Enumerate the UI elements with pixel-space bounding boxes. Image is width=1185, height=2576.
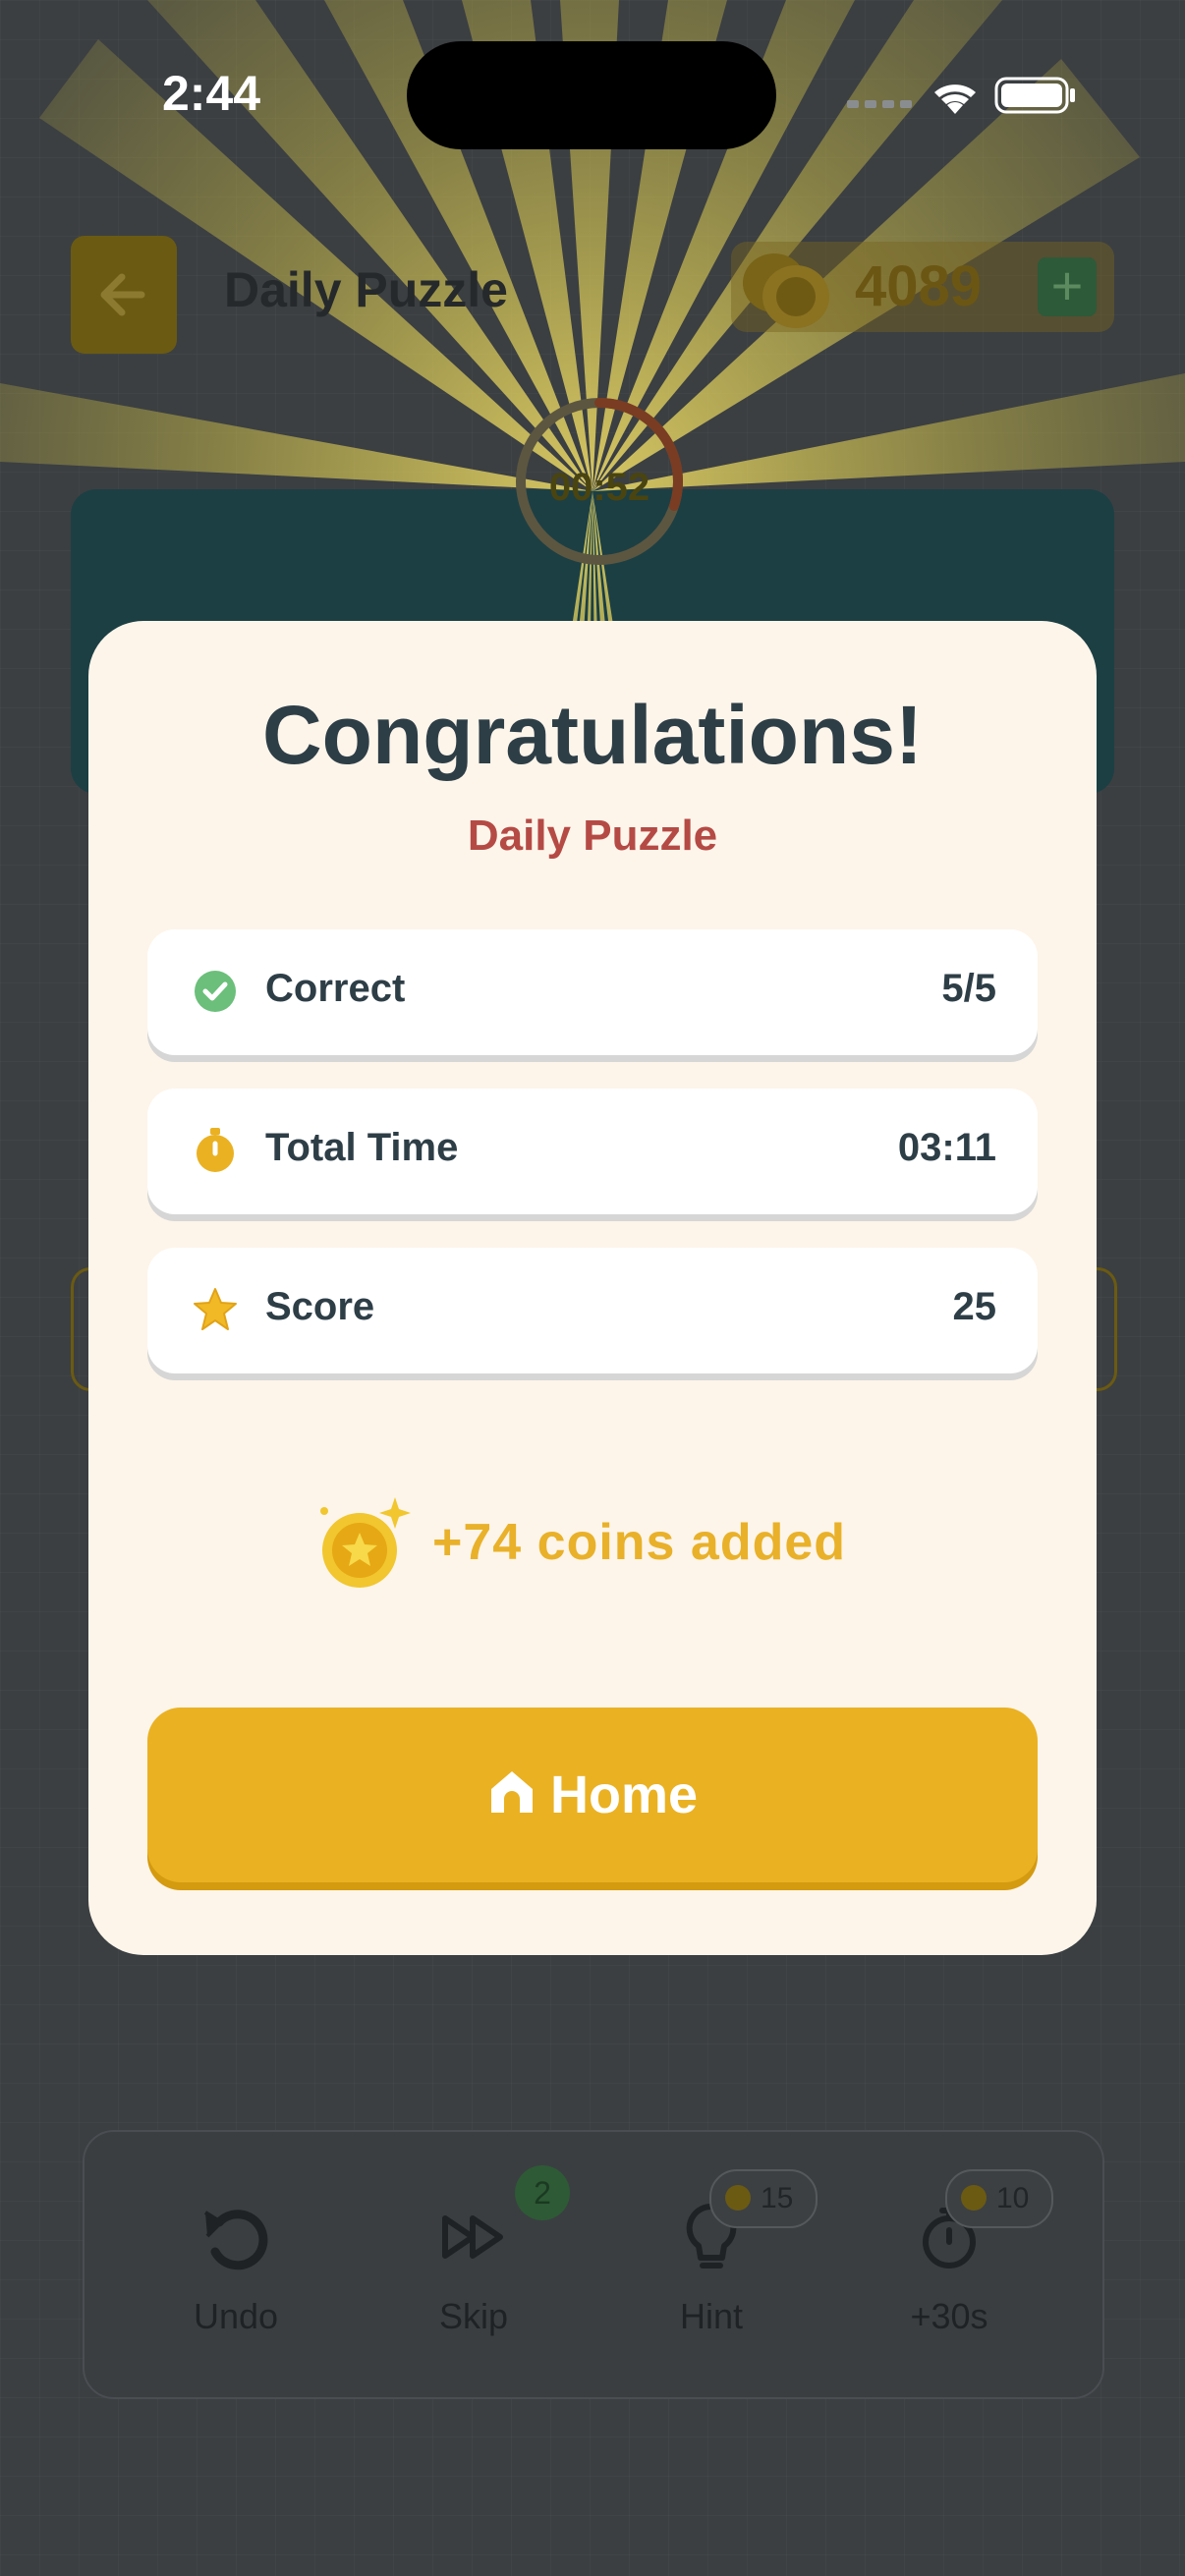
hint-cost: 15 [761,2182,794,2214]
skip-icon [442,2215,503,2259]
stat-row-score: Score 25 [147,1248,1038,1373]
timer-readout: 00:52 [548,466,650,509]
back-button[interactable] [71,236,177,354]
stat-row-correct: Correct 5/5 [147,929,1038,1055]
stat-label: Score [265,1285,375,1328]
modal-subtitle: Daily Puzzle [467,812,718,860]
hint-label: Hint [679,2296,744,2336]
coins-added-text: +74 coins added [432,1514,847,1571]
wifi-icon [934,84,976,114]
add-coins-button[interactable]: + [1038,257,1097,316]
status-time: 2:44 [162,66,261,121]
stat-value: 03:11 [897,1126,996,1169]
undo-label: Undo [193,2296,279,2336]
undo-icon [203,2210,268,2270]
coin-icon [961,2185,987,2212]
coin-stack-icon [743,253,829,328]
undo-button[interactable]: Undo [138,2193,334,2337]
add-time-cost-badge: 10 [945,2169,1053,2228]
page-title: Daily Puzzle [224,262,508,317]
stat-row-total-time: Total Time 03:11 [147,1089,1038,1214]
dynamic-island [407,41,776,149]
signal-icon [847,100,912,108]
battery-icon [994,77,1075,114]
add-time-label: +30s [910,2296,988,2336]
home-icon [490,1771,533,1813]
check-circle-icon [195,971,236,1012]
modal-title: Congratulations! [262,689,923,781]
add-time-cost: 10 [996,2182,1030,2214]
hint-cost-badge: 15 [709,2169,818,2228]
status-icons [847,77,1075,114]
home-button[interactable]: Home [147,1708,1038,1882]
stat-label: Total Time [265,1126,459,1169]
stat-value: 25 [952,1285,997,1328]
stopwatch-icon [197,1128,234,1172]
stat-value: 5/5 [941,967,996,1010]
arrow-left-icon [100,273,145,316]
coin-icon [725,2185,751,2212]
coin-reward-icon [320,1497,411,1588]
skip-label: Skip [438,2296,509,2336]
star-icon [194,1288,237,1330]
skip-count-badge: 2 [515,2165,570,2220]
coin-count: 4089 [855,254,983,318]
home-button-label: Home [549,1765,699,1824]
stat-label: Correct [265,967,406,1010]
